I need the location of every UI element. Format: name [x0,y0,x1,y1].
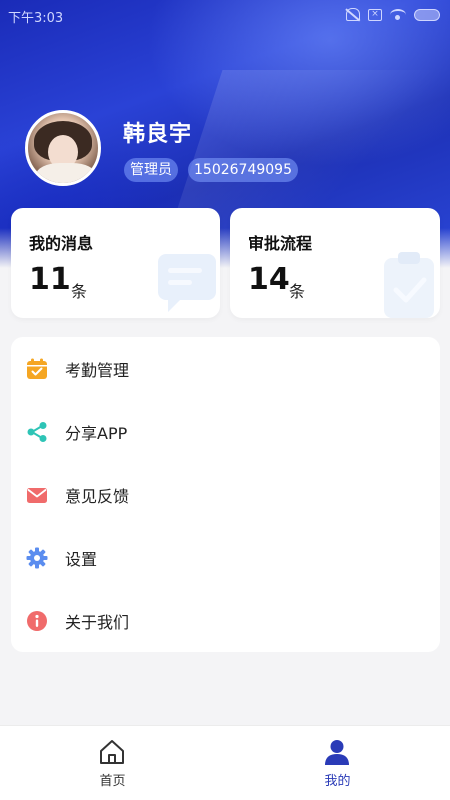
menu-item-about[interactable]: 关于我们 [11,589,440,652]
home-icon [100,740,124,764]
tab-home-label: 首页 [99,774,126,789]
messages-card-title: 我的消息 [29,234,94,253]
status-bar: 下午3:03 × [0,0,450,30]
menu-item-label: 分享APP [65,423,128,443]
tab-home[interactable]: 首页 [0,726,225,800]
sim-blocked-icon: × [368,8,382,21]
tab-mine-label: 我的 [324,774,351,789]
menu-item-label: 意见反馈 [65,486,130,506]
approvals-unit: 条 [289,282,306,301]
menu-item-label: 设置 [65,549,98,569]
mute-bell-icon [346,8,360,21]
share-icon [26,421,48,443]
clipboard-check-icon [384,252,434,318]
status-icons: × [346,8,440,21]
menu-item-attendance[interactable]: 考勤管理 [11,337,440,400]
wifi-icon [390,8,406,21]
role-badge: 管理员 [124,158,178,182]
approvals-count: 14 [248,262,290,297]
menu-item-label: 关于我们 [65,612,130,632]
mail-icon [26,484,48,506]
settings-menu: 考勤管理 分享APP 意见反馈 设置 关于我们 [11,337,440,652]
user-icon [325,740,349,765]
messages-card[interactable]: 我的消息 11 条 [11,208,220,318]
menu-item-label: 考勤管理 [65,360,130,380]
info-icon [26,610,48,632]
calendar-icon [26,358,48,380]
approvals-card[interactable]: 审批流程 14 条 [230,208,440,318]
tab-mine[interactable]: 我的 [225,726,450,800]
battery-icon [414,8,440,21]
chat-bubble-icon [158,254,216,312]
menu-item-settings[interactable]: 设置 [11,526,440,589]
user-name: 韩良宇 [123,122,193,147]
approvals-card-title: 审批流程 [248,234,313,253]
menu-item-share[interactable]: 分享APP [11,400,440,463]
status-time: 下午3:03 [8,11,64,26]
bottom-tab-bar: 首页 我的 [0,725,450,800]
messages-unit: 条 [71,282,88,301]
gear-icon [26,547,48,569]
menu-item-feedback[interactable]: 意见反馈 [11,463,440,526]
avatar[interactable] [25,110,101,186]
phone-badge: 15026749095 [188,158,298,182]
messages-count: 11 [29,262,71,297]
